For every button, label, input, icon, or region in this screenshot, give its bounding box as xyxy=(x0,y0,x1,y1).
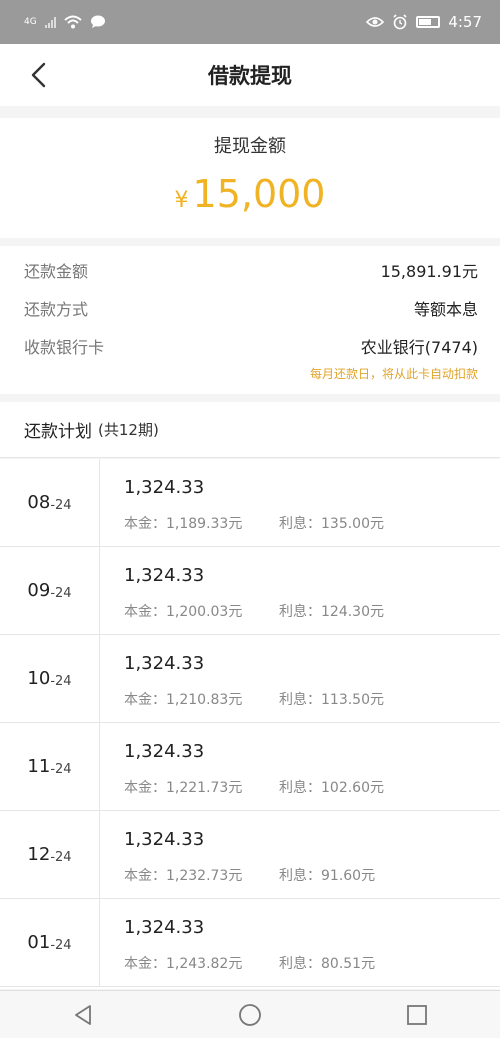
plan-row: 11 -24 1,324.33 本金：1,221.73元 利息：102.60元 xyxy=(0,723,500,811)
plan-row: 10 -24 1,324.33 本金：1,210.83元 利息：113.50元 xyxy=(0,635,500,723)
title-bar: 借款提现 xyxy=(0,44,500,106)
plan-year: -24 xyxy=(50,497,72,513)
plan-title: 还款计划 xyxy=(24,422,92,442)
plan-month: 09 xyxy=(27,580,51,601)
plan-row: 01 -24 1,324.33 本金：1,243.82元 利息：80.51元 xyxy=(0,899,500,987)
plan-breakdown: 本金：1,189.33元 利息：135.00元 xyxy=(124,513,384,533)
repay-method-row: 还款方式 等额本息 xyxy=(24,296,478,320)
plan-installment-amount: 1,324.33 xyxy=(124,917,205,938)
repay-method-label: 还款方式 xyxy=(24,300,89,319)
plan-month: 12 xyxy=(27,844,51,865)
plan-interest: 利息：124.30元 xyxy=(279,604,384,620)
plan-month: 10 xyxy=(27,668,51,689)
plan-count: (共12期) xyxy=(98,421,159,439)
page-title: 借款提现 xyxy=(208,64,292,88)
plan-breakdown: 本金：1,221.73元 利息：102.60元 xyxy=(124,777,384,797)
plan-installment-amount: 1,324.33 xyxy=(124,477,205,498)
battery-icon xyxy=(416,16,441,28)
repay-amount-row: 还款金额 15,891.91元 xyxy=(24,258,478,282)
wifi-icon xyxy=(64,15,82,29)
repay-method-value: 等额本息 xyxy=(413,300,478,319)
clock-time: 4:57 xyxy=(448,13,482,31)
bank-card-row[interactable]: 收款银行卡 农业银行(7474) xyxy=(24,334,478,358)
network-type: 4G xyxy=(24,17,37,27)
repay-amount-label: 还款金额 xyxy=(24,262,89,281)
plan-date: 10 -24 xyxy=(0,635,100,722)
nav-recents-button[interactable] xyxy=(397,995,437,1035)
plan-interest: 利息：91.60元 xyxy=(279,868,376,884)
plan-principal: 本金：1,200.03元 xyxy=(124,604,243,620)
repayment-plan-header: 还款计划 (共12期) xyxy=(0,402,500,458)
withdraw-amount-value: ¥ 15,000 xyxy=(0,172,500,216)
plan-year: -24 xyxy=(50,761,72,777)
alarm-icon xyxy=(393,14,407,30)
system-navigation-bar xyxy=(0,990,500,1038)
plan-year: -24 xyxy=(50,937,72,953)
loan-details: 还款金额 15,891.91元 还款方式 等额本息 收款银行卡 农业银行(747… xyxy=(0,246,500,394)
plan-month: 08 xyxy=(27,492,51,513)
nav-recents-icon xyxy=(406,1004,427,1025)
plan-installment-amount: 1,324.33 xyxy=(124,741,205,762)
plan-year: -24 xyxy=(50,849,72,865)
plan-principal: 本金：1,221.73元 xyxy=(124,780,243,796)
nav-back-button[interactable] xyxy=(63,995,103,1035)
message-icon xyxy=(90,15,105,28)
nav-home-icon xyxy=(239,1003,261,1026)
plan-principal: 本金：1,232.73元 xyxy=(124,868,243,884)
plan-interest: 利息：113.50元 xyxy=(279,692,384,708)
plan-year: -24 xyxy=(50,673,72,689)
plan-principal: 本金：1,210.83元 xyxy=(124,692,243,708)
plan-installment-amount: 1,324.33 xyxy=(124,653,205,674)
bank-card-label: 收款银行卡 xyxy=(24,338,105,357)
plan-installment-amount: 1,324.33 xyxy=(124,829,205,850)
signal-icon xyxy=(44,16,56,28)
repayment-plan-list: 08 -24 1,324.33 本金：1,189.33元 利息：135.00元 0… xyxy=(0,459,500,989)
plan-breakdown: 本金：1,232.73元 利息：91.60元 xyxy=(124,865,375,885)
auto-debit-note: 每月还款日，将从此卡自动扣款 xyxy=(309,367,478,381)
repay-amount-value: 15,891.91元 xyxy=(380,262,478,281)
withdraw-amount-label: 提现金额 xyxy=(214,136,286,157)
status-left: 4G xyxy=(24,15,106,29)
plan-row: 09 -24 1,324.33 本金：1,200.03元 利息：124.30元 xyxy=(0,547,500,635)
back-arrow-icon[interactable] xyxy=(28,61,50,89)
plan-month: 11 xyxy=(27,756,51,777)
currency-symbol: ¥ xyxy=(174,188,189,213)
plan-month: 01 xyxy=(27,932,51,953)
plan-interest: 利息：135.00元 xyxy=(279,516,384,532)
plan-row: 12 -24 1,324.33 本金：1,232.73元 利息：91.60元 xyxy=(0,811,500,899)
plan-date: 12 -24 xyxy=(0,811,100,898)
status-bar: 4G 4:57 xyxy=(0,0,500,44)
plan-date: 08 -24 xyxy=(0,459,100,546)
plan-interest: 利息：102.60元 xyxy=(279,780,384,796)
plan-date: 11 -24 xyxy=(0,723,100,810)
amount-number: 15,000 xyxy=(192,172,326,216)
plan-principal: 本金：1,189.33元 xyxy=(124,516,243,532)
nav-back-icon xyxy=(75,1004,92,1025)
plan-date: 09 -24 xyxy=(0,547,100,634)
plan-installment-amount: 1,324.33 xyxy=(124,565,205,586)
nav-home-button[interactable] xyxy=(230,995,270,1035)
withdraw-amount-card: 提现金额 ¥ 15,000 xyxy=(0,118,500,238)
bank-card-value: 农业银行(7474) xyxy=(360,338,478,357)
eye-icon xyxy=(366,17,385,27)
plan-breakdown: 本金：1,200.03元 利息：124.30元 xyxy=(124,601,384,621)
plan-row: 08 -24 1,324.33 本金：1,189.33元 利息：135.00元 xyxy=(0,459,500,547)
plan-date: 01 -24 xyxy=(0,899,100,986)
status-right: 4:57 xyxy=(366,13,482,31)
plan-principal: 本金：1,243.82元 xyxy=(124,956,243,972)
plan-breakdown: 本金：1,210.83元 利息：113.50元 xyxy=(124,689,384,709)
plan-year: -24 xyxy=(50,585,72,601)
plan-interest: 利息：80.51元 xyxy=(279,956,376,972)
plan-breakdown: 本金：1,243.82元 利息：80.51元 xyxy=(124,953,375,973)
